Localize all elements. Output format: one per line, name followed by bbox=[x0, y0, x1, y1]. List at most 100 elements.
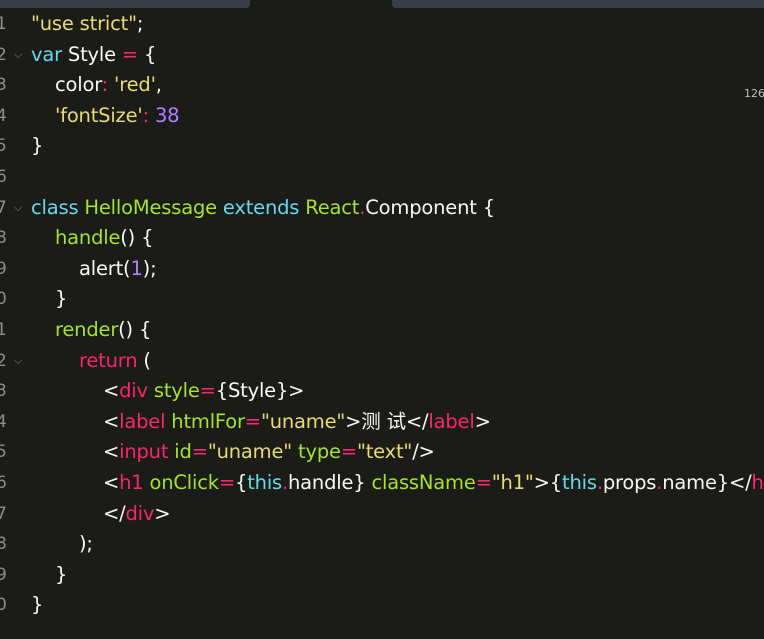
code-text: } bbox=[31, 592, 43, 618]
code-token: = bbox=[199, 379, 216, 403]
fold-chevron-icon[interactable]: ⌵ bbox=[14, 45, 22, 65]
code-line[interactable]: 0} bbox=[0, 590, 764, 620]
code-line[interactable]: 6 <h1 onClick={this.handle} className="h… bbox=[0, 468, 764, 498]
code-line[interactable]: 3 color: 'red', bbox=[0, 70, 764, 100]
code-text: <label htmlFor="uname">测 试</label> bbox=[31, 409, 491, 435]
line-number: 9 bbox=[0, 258, 7, 279]
code-line[interactable]: 2 ⌵ return ( bbox=[0, 346, 764, 376]
code-token: ; bbox=[136, 12, 144, 35]
code-line[interactable]: 4 'fontSize': 38 bbox=[0, 101, 764, 131]
line-number: 8 bbox=[0, 228, 7, 249]
code-line[interactable]: 1 render() { bbox=[0, 315, 764, 345]
line-number: 5 bbox=[0, 442, 7, 463]
code-token: extends bbox=[222, 195, 300, 219]
code-token: className bbox=[371, 471, 476, 494]
line-number: 4 bbox=[0, 105, 7, 126]
code-line[interactable]: 8 ); bbox=[0, 529, 764, 559]
code-token: type bbox=[298, 440, 341, 464]
code-token: { bbox=[138, 42, 157, 66]
code-text: } bbox=[31, 133, 43, 159]
line-number: 4 bbox=[0, 411, 7, 432]
code-token: = bbox=[191, 440, 208, 464]
code-token: > bbox=[474, 409, 491, 433]
code-token: "h1" bbox=[491, 471, 534, 494]
code-text: render() { bbox=[31, 317, 151, 343]
code-token: handle} bbox=[288, 471, 372, 494]
code-token: } bbox=[31, 287, 68, 311]
code-text: ); bbox=[31, 531, 93, 557]
fold-chevron-icon[interactable]: ⌵ bbox=[14, 198, 22, 218]
code-token: input bbox=[119, 440, 169, 464]
code-token: = bbox=[244, 409, 261, 433]
code-token: label bbox=[119, 409, 166, 433]
code-line[interactable]: 8 handle() { bbox=[0, 223, 764, 253]
line-number: 2 bbox=[0, 350, 7, 371]
code-line[interactable]: 5 <input id="uname" type="text"/> bbox=[0, 437, 764, 467]
fold-chevron-icon[interactable]: ⌵ bbox=[14, 351, 22, 371]
code-editor[interactable]: 1 "use strict"; 2 ⌵ var Style = {3 color: 'r… bbox=[0, 0, 764, 639]
code-token: this bbox=[247, 471, 283, 494]
code-token: } bbox=[31, 562, 68, 586]
code-line[interactable]: 5} bbox=[0, 131, 764, 161]
code-token: >{ bbox=[533, 471, 563, 494]
line-number: 9 bbox=[0, 564, 7, 585]
code-token: handle bbox=[55, 226, 121, 250]
code-token: { bbox=[235, 471, 248, 494]
code-token: class bbox=[31, 195, 79, 219]
code-token: 'red' bbox=[114, 73, 156, 97]
code-token: () { bbox=[120, 226, 154, 250]
code-line[interactable]: 7 </div> bbox=[0, 499, 764, 529]
code-token: name}</ bbox=[662, 471, 752, 494]
code-token: Component bbox=[365, 195, 483, 219]
code-line[interactable]: 9 alert(1); bbox=[0, 254, 764, 284]
code-line[interactable]: 1 "use strict"; bbox=[0, 9, 764, 39]
code-token: style bbox=[153, 379, 200, 403]
code-line[interactable]: 9 } bbox=[0, 560, 764, 590]
line-number: 7 bbox=[0, 197, 7, 218]
code-token: = bbox=[475, 471, 492, 494]
line-number: 1 bbox=[0, 320, 7, 340]
code-text: return ( bbox=[31, 348, 151, 374]
code-text: class HelloMessage extends React.Compone… bbox=[31, 195, 495, 221]
code-line[interactable]: 7 ⌵ class HelloMessage extends React.Compo… bbox=[0, 193, 764, 223]
code-token: ); bbox=[142, 256, 157, 280]
line-number: 2 bbox=[0, 44, 7, 65]
code-text: <input id="uname" type="text"/> bbox=[31, 439, 435, 465]
code-text: var Style = { bbox=[31, 42, 156, 68]
code-token: this bbox=[562, 471, 597, 494]
code-line[interactable]: 2 ⌵ var Style = { bbox=[0, 40, 764, 70]
code-token: render bbox=[55, 318, 119, 341]
line-number: 5 bbox=[0, 136, 7, 157]
code-token: = bbox=[121, 42, 139, 66]
code-token: onClick bbox=[149, 471, 220, 494]
code-token: alert( bbox=[31, 256, 131, 280]
code-token: htmlFor bbox=[171, 409, 245, 433]
code-token: /> bbox=[412, 440, 435, 464]
code-text: handle() { bbox=[31, 225, 153, 251]
code-token: div bbox=[125, 501, 155, 525]
code-line[interactable]: 6 bbox=[0, 162, 764, 192]
code-token: < bbox=[31, 471, 120, 494]
code-token: , bbox=[155, 73, 162, 97]
code-token: props bbox=[602, 471, 657, 494]
code-token: 1 bbox=[130, 256, 143, 280]
code-token: h1 bbox=[751, 471, 764, 494]
code-token: label bbox=[428, 409, 475, 433]
code-line[interactable]: 3 <div style={Style}> bbox=[0, 376, 764, 406]
code-text: <h1 onClick={this.handle} className="h1"… bbox=[31, 470, 764, 496]
code-token: ); bbox=[31, 532, 93, 556]
code-token: } bbox=[31, 593, 44, 617]
code-token: () { bbox=[118, 318, 152, 341]
code-line[interactable]: 4 <label htmlFor="uname">测 试</label> bbox=[0, 407, 764, 437]
line-number: 1 bbox=[0, 14, 7, 34]
code-text: </div> bbox=[31, 501, 171, 527]
line-number: 7 bbox=[0, 503, 7, 524]
code-text: } bbox=[31, 562, 67, 588]
code-token: < bbox=[31, 379, 120, 403]
code-line[interactable]: 0 } bbox=[0, 284, 764, 314]
code-token: 'fontSize' bbox=[55, 103, 143, 127]
code-token: < bbox=[31, 409, 120, 433]
